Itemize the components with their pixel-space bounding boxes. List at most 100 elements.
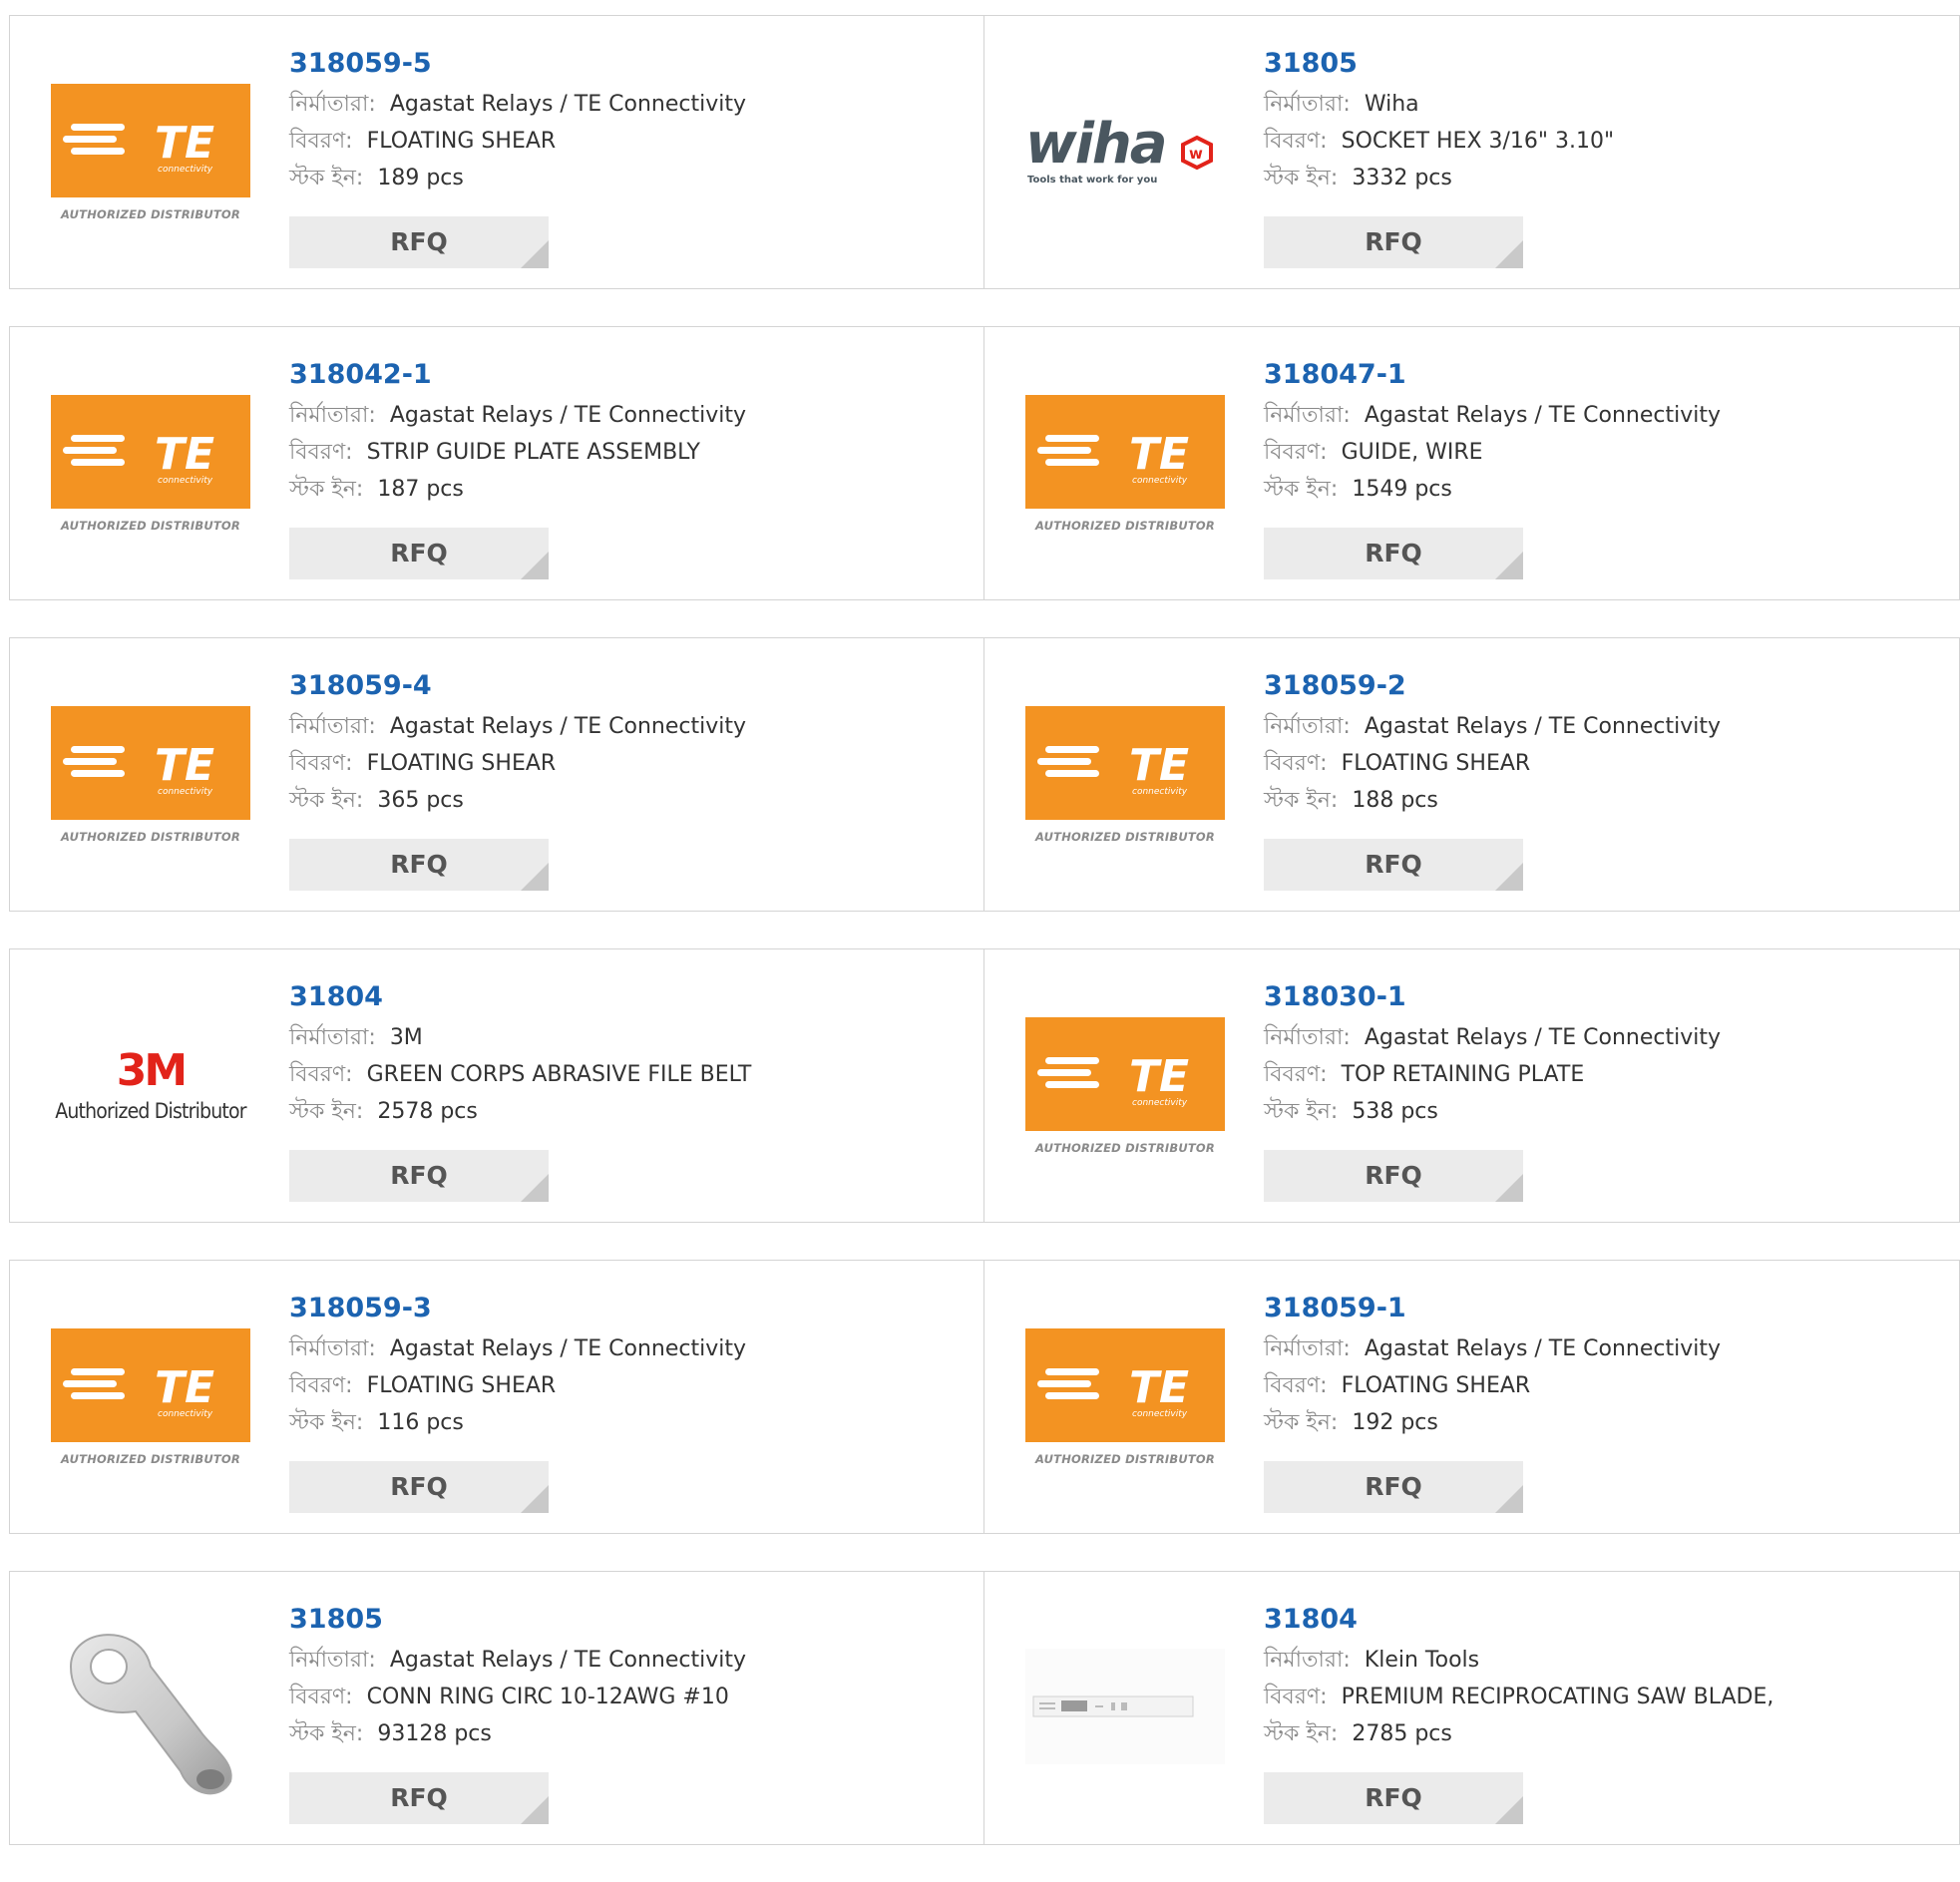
product-info: 318059-3 নির্মাতারা: Agastat Relays / TE …: [289, 1291, 746, 1441]
svg-text:connectivity: connectivity: [158, 1409, 213, 1419]
description-line: বিবরণ: GUIDE, WIRE: [1264, 434, 1721, 471]
product-info: 31805 নির্মাতারা: Wiha বিবরণ: SOCKET HEX 3…: [1264, 46, 1614, 196]
rfq-label: RFQ: [390, 1783, 448, 1812]
part-number-link[interactable]: 318059-5: [289, 46, 746, 86]
part-number-link[interactable]: 318047-1: [1264, 357, 1721, 397]
svg-text:TE: TE: [155, 118, 214, 169]
description-value: FLOATING SHEAR: [1341, 751, 1531, 776]
stock-label: স্টক ইন:: [1264, 1099, 1339, 1124]
manufacturer-label: নির্মাতারা:: [1264, 714, 1351, 739]
product-card: TE connectivity AUTHORIZED DISTRIBUTOR 3…: [9, 1260, 984, 1534]
manufacturer-logo: TE connectivity AUTHORIZED DISTRIBUTOR: [1024, 690, 1226, 860]
stock-line: স্টক ইন: 189 pcs: [289, 160, 746, 196]
description-label: বিবরণ:: [1264, 1373, 1328, 1398]
part-number-link[interactable]: 318059-4: [289, 668, 746, 708]
corner-triangle-icon: [521, 863, 549, 891]
stock-line: স্টক ইন: 187 pcs: [289, 471, 746, 508]
product-card: 31804 নির্মাতারা: Klein Tools বিবরণ: PREMI…: [984, 1571, 1960, 1845]
part-number-link[interactable]: 31804: [289, 979, 751, 1019]
rfq-button[interactable]: RFQ: [289, 1772, 549, 1824]
part-number-link[interactable]: 318059-2: [1264, 668, 1721, 708]
product-grid: TE connectivity AUTHORIZED DISTRIBUTOR 3…: [9, 15, 1960, 1882]
description-label: বিবরণ:: [289, 129, 353, 154]
rfq-button[interactable]: RFQ: [289, 839, 549, 891]
svg-text:TE: TE: [1129, 1051, 1189, 1102]
corner-triangle-icon: [1495, 240, 1523, 268]
rfq-label: RFQ: [390, 850, 448, 879]
rfq-button[interactable]: RFQ: [1264, 839, 1523, 891]
manufacturer-value: Agastat Relays / TE Connectivity: [389, 714, 746, 739]
te-logo-icon: TE connectivity: [1025, 395, 1225, 509]
part-number-link[interactable]: 318030-1: [1264, 979, 1721, 1019]
svg-text:connectivity: connectivity: [158, 476, 213, 486]
manufacturer-line: নির্মাতারা: Wiha: [1264, 86, 1614, 123]
part-number-link[interactable]: 31805: [1264, 46, 1614, 86]
rfq-label: RFQ: [390, 1472, 448, 1501]
stock-label: স্টক ইন:: [1264, 1721, 1339, 1746]
3m-logo-icon: 3M Authorized Distributor: [55, 1045, 246, 1124]
rfq-label: RFQ: [1365, 850, 1422, 879]
stock-value: 365 pcs: [377, 788, 464, 813]
svg-text:connectivity: connectivity: [158, 165, 213, 175]
manufacturer-line: নির্মাতারা: Agastat Relays / TE Connectiv…: [289, 1330, 746, 1367]
manufacturer-logo: TE connectivity AUTHORIZED DISTRIBUTOR: [50, 690, 251, 860]
description-line: বিবরণ: STRIP GUIDE PLATE ASSEMBLY: [289, 434, 746, 471]
part-number-link[interactable]: 31805: [289, 1602, 746, 1642]
stock-value: 188 pcs: [1352, 788, 1438, 813]
authorized-distributor-label: AUTHORIZED DISTRIBUTOR: [1035, 1141, 1215, 1155]
manufacturer-logo: [1024, 1624, 1226, 1793]
rfq-button[interactable]: RFQ: [289, 216, 549, 268]
manufacturer-label: নির্মাতারা:: [289, 92, 376, 117]
rfq-button[interactable]: RFQ: [1264, 1461, 1523, 1513]
rfq-button[interactable]: RFQ: [289, 1461, 549, 1513]
product-row: TE connectivity AUTHORIZED DISTRIBUTOR 3…: [9, 637, 1960, 912]
rfq-button[interactable]: RFQ: [289, 528, 549, 579]
rfq-button[interactable]: RFQ: [1264, 1150, 1523, 1202]
rfq-button[interactable]: RFQ: [1264, 216, 1523, 268]
corner-triangle-icon: [1495, 1174, 1523, 1202]
description-value: CONN RING CIRC 10-12AWG #10: [366, 1685, 729, 1709]
authorized-distributor-label: AUTHORIZED DISTRIBUTOR: [1035, 1452, 1215, 1466]
stock-label: স্টক ইন:: [289, 1410, 364, 1435]
description-label: বিবরণ:: [1264, 1685, 1328, 1709]
svg-text:TE: TE: [1129, 740, 1189, 791]
part-number-link[interactable]: 318059-3: [289, 1291, 746, 1330]
part-number-link[interactable]: 318059-1: [1264, 1291, 1721, 1330]
description-value: STRIP GUIDE PLATE ASSEMBLY: [366, 440, 700, 465]
manufacturer-value: 3M: [389, 1025, 423, 1050]
stock-value: 189 pcs: [377, 166, 464, 190]
description-label: বিবরণ:: [1264, 751, 1328, 776]
stock-line: স্টক ইন: 116 pcs: [289, 1404, 746, 1441]
authorized-distributor-label: AUTHORIZED DISTRIBUTOR: [61, 519, 240, 533]
part-number-link[interactable]: 31804: [1264, 1602, 1773, 1642]
stock-label: স্টক ইন:: [1264, 166, 1339, 190]
svg-text:TE: TE: [155, 429, 214, 480]
svg-text:Tools that work for you: Tools that work for you: [1027, 175, 1157, 186]
manufacturer-value: Agastat Relays / TE Connectivity: [1364, 1025, 1721, 1050]
rfq-button[interactable]: RFQ: [289, 1150, 549, 1202]
description-value: SOCKET HEX 3/16" 3.10": [1341, 129, 1615, 154]
rfq-button[interactable]: RFQ: [1264, 1772, 1523, 1824]
description-label: বিবরণ:: [1264, 440, 1328, 465]
stock-line: স্টক ইন: 365 pcs: [289, 782, 746, 819]
ring-terminal-image-icon: [51, 1612, 250, 1805]
description-label: বিবরণ:: [289, 440, 353, 465]
manufacturer-label: নির্মাতারা:: [289, 403, 376, 428]
description-value: PREMIUM RECIPROCATING SAW BLADE,: [1341, 1685, 1774, 1709]
product-row: TE connectivity AUTHORIZED DISTRIBUTOR 3…: [9, 15, 1960, 289]
manufacturer-logo: [50, 1624, 251, 1795]
rfq-button[interactable]: RFQ: [1264, 528, 1523, 579]
stock-value: 192 pcs: [1352, 1410, 1438, 1435]
stock-label: স্টক ইন:: [1264, 788, 1339, 813]
manufacturer-value: Klein Tools: [1364, 1648, 1480, 1673]
manufacturer-label: নির্মাতারা:: [289, 714, 376, 739]
stock-label: স্টক ইন:: [289, 788, 364, 813]
description-line: বিবরণ: FLOATING SHEAR: [289, 1367, 746, 1404]
stock-value: 187 pcs: [377, 477, 464, 502]
manufacturer-label: নির্মাতারা:: [1264, 1025, 1351, 1050]
manufacturer-line: নির্মাতারা: Agastat Relays / TE Connectiv…: [289, 708, 746, 745]
part-number-link[interactable]: 318042-1: [289, 357, 746, 397]
stock-value: 1549 pcs: [1352, 477, 1452, 502]
corner-triangle-icon: [521, 240, 549, 268]
description-label: বিবরণ:: [1264, 129, 1328, 154]
